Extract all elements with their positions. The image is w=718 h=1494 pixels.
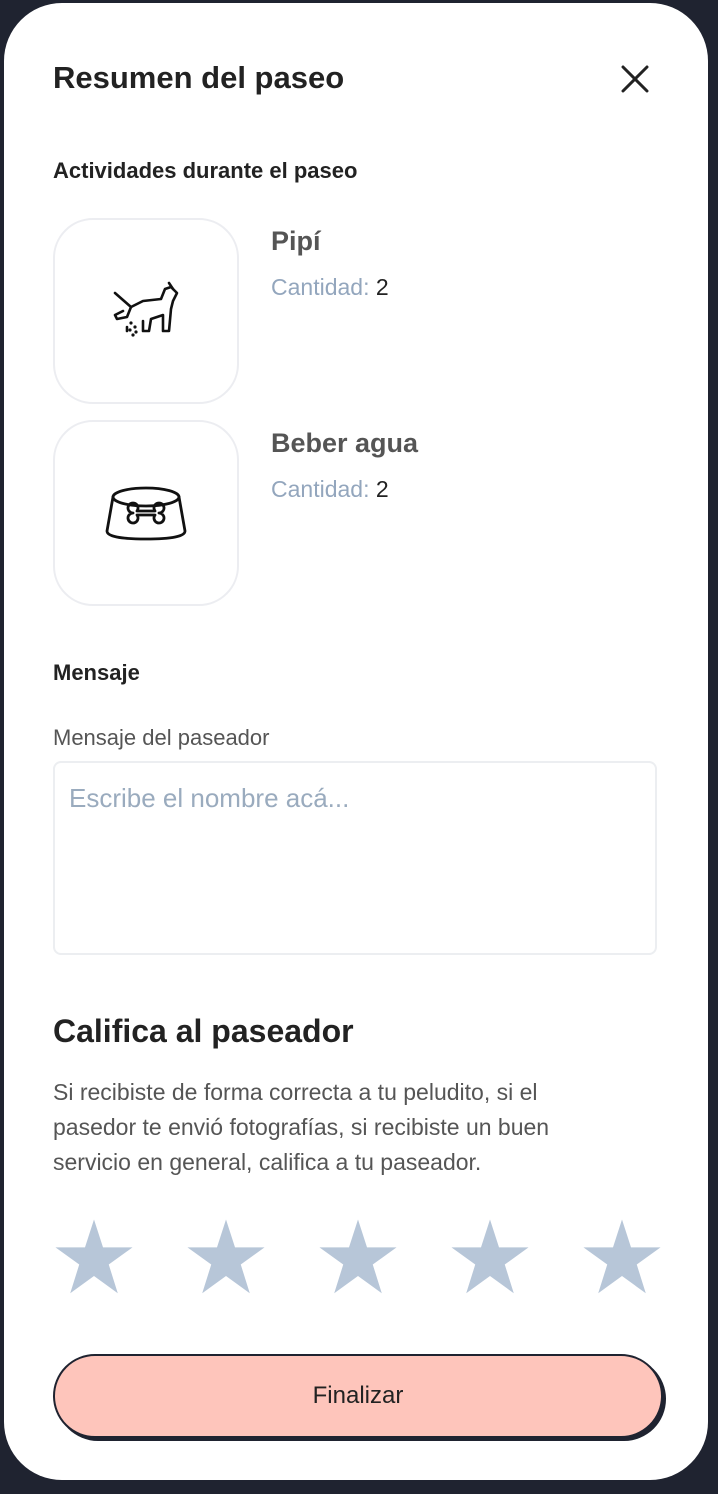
page-title: Resumen del paseo xyxy=(53,60,345,95)
star-icon-4[interactable] xyxy=(449,1217,531,1299)
activity-name: Pipí xyxy=(271,226,321,256)
star-icon-3[interactable] xyxy=(317,1217,399,1299)
message-section-label: Mensaje xyxy=(53,660,140,685)
activity-item-pee: Pipí Cantidad: 2 xyxy=(53,218,663,404)
star-icon-2[interactable] xyxy=(185,1217,267,1299)
activities-section-label: Actividades durante el paseo xyxy=(53,158,358,183)
rating-title: Califica al paseador xyxy=(53,1013,354,1049)
activity-quantity: Cantidad: 2 xyxy=(271,274,389,301)
activity-item-water: Beber agua Cantidad: 2 xyxy=(53,420,663,606)
quantity-label: Cantidad: xyxy=(271,476,370,502)
quantity-value: 2 xyxy=(375,476,389,502)
activity-quantity: Cantidad: 2 xyxy=(271,476,389,503)
walker-message-input[interactable] xyxy=(53,761,657,955)
star-icon-5[interactable] xyxy=(581,1217,663,1299)
device-frame: Resumen del paseo Actividades durante el… xyxy=(0,0,718,1494)
rating-description: Si recibiste de forma correcta a tu pelu… xyxy=(53,1079,550,1175)
star-rating xyxy=(53,1217,663,1303)
dog-bowl-icon xyxy=(105,486,187,541)
quantity-value: 2 xyxy=(375,274,389,300)
quantity-label: Cantidad: xyxy=(271,274,370,300)
activity-icon-card xyxy=(53,420,239,606)
star-icon-1[interactable] xyxy=(53,1217,135,1299)
finish-button[interactable]: Finalizar xyxy=(53,1354,663,1438)
activity-icon-card xyxy=(53,218,239,404)
activity-name: Beber agua xyxy=(271,428,419,458)
close-icon[interactable] xyxy=(615,59,655,99)
dog-peeing-icon xyxy=(113,281,179,337)
walk-summary-modal: Resumen del paseo Actividades durante el… xyxy=(4,3,708,1480)
walker-message-label: Mensaje del paseador xyxy=(53,725,270,750)
